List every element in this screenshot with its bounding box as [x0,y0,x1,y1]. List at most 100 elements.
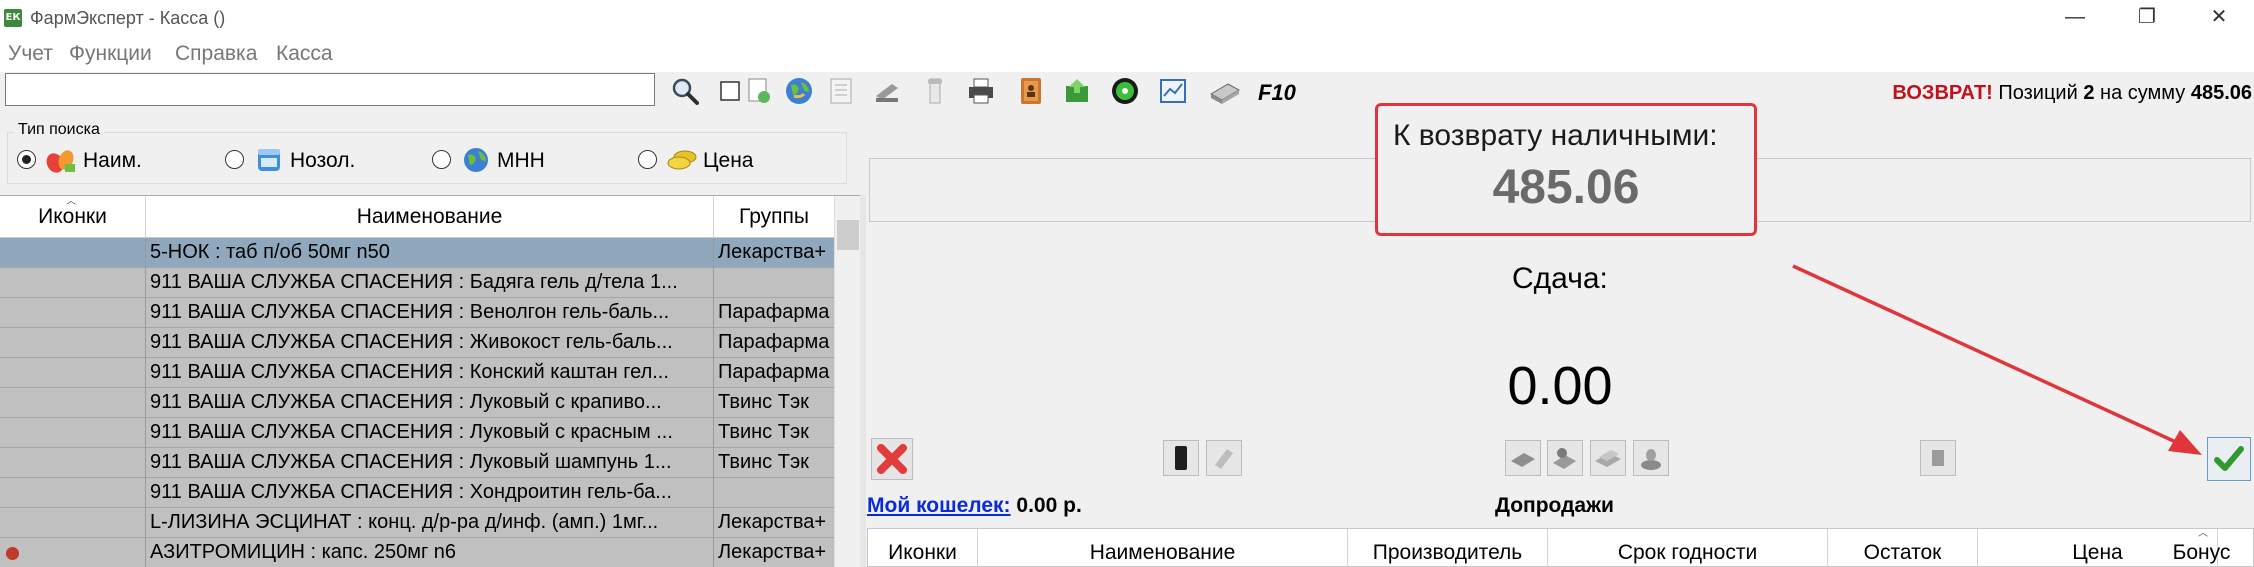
medicine-jar-icon [255,146,283,174]
banknotes-button[interactable] [1590,440,1626,476]
menu-functions[interactable]: Функции [69,42,152,66]
coin-stack-icon [1641,449,1661,470]
menu-help[interactable]: Справка [175,42,257,66]
upsell-col-expiry[interactable]: Срок годности [1548,529,1828,567]
minimize-button[interactable]: — [2040,0,2110,36]
receipt-button[interactable] [1206,440,1242,476]
coins-payment-button[interactable] [1547,440,1583,476]
banknotes-icon [1595,450,1621,467]
upsell-col-icons[interactable]: Иконки [868,529,978,567]
row-icons-cell [0,418,146,448]
pills-icon [45,146,75,174]
table-row[interactable]: 911 ВАША СЛУЖБА СПАСЕНИЯ : Луковый с кра… [0,388,834,418]
green-refresh-icon[interactable] [1062,76,1092,106]
chart-window-icon[interactable] [1158,76,1188,106]
upsell-col-stock[interactable]: Остаток [1828,529,1978,567]
radio-nosology[interactable] [225,150,244,169]
contact-book-icon[interactable] [1016,76,1046,106]
my-wallet-link[interactable]: Мой кошелек: [867,494,1011,517]
cancel-x-icon [877,444,907,474]
receipt-roll-icon[interactable] [920,76,950,106]
document-refresh-icon[interactable] [744,76,774,106]
row-name-cell: L-ЛИЗИНА ЭСЦИНАТ : конц. д/р-ра д/инф. (… [146,508,714,538]
col-header-name[interactable]: Наименование [146,196,714,238]
radio-inn-label: МНН [497,149,545,172]
radio-name-label: Наим. [83,149,142,172]
row-group-cell: Парафарма [718,301,830,323]
coin-stack-button[interactable] [1633,440,1669,476]
return-mode-label: ВОЗВРАТ! [1892,82,1993,104]
upsell-col-name[interactable]: Наименование [978,529,1348,567]
row-name-cell: 911 ВАША СЛУЖБА СПАСЕНИЯ : Живокост гель… [146,328,714,358]
change-label: Сдача: [1512,262,1608,295]
return-status: ВОЗВРАТ! Позиций 2 на сумму 485.06 [1892,82,2252,105]
row-name-cell: 911 ВАША СЛУЖБА СПАСЕНИЯ : Хондроитин ге… [146,478,714,508]
upsell-col-manufacturer[interactable]: Производитель [1348,529,1548,567]
refund-amount: 485.06 [1492,161,1640,214]
table-row[interactable]: 911 ВАША СЛУЖБА СПАСЕНИЯ : Конский кашта… [0,358,834,388]
clipboard-button[interactable] [1920,440,1956,476]
notes-icon[interactable] [826,76,856,106]
confirm-button[interactable] [2207,437,2251,481]
row-name-cell: 911 ВАША СЛУЖБА СПАСЕНИЯ : Венолгон гель… [146,298,714,328]
positions-count: 2 [2083,82,2095,104]
globe-icon[interactable] [784,76,814,106]
positions-label: Позиций [1998,82,2078,104]
search-icon[interactable] [670,76,700,106]
change-amount: 0.00 [1507,356,1613,416]
cash-card-icon [1511,453,1535,467]
upsell-title: Допродажи [1495,494,1614,517]
row-icons-cell [0,268,146,298]
table-row[interactable]: 911 ВАША СЛУЖБА СПАСЕНИЯ : Хондроитин ге… [0,478,834,508]
row-icons-cell [0,478,146,508]
row-icons-cell [0,298,146,328]
table-row[interactable]: 911 ВАША СЛУЖБА СПАСЕНИЯ : Венолгон гель… [0,298,834,328]
panel-splitter[interactable] [860,195,866,567]
table-row[interactable]: 911 ВАША СЛУЖБА СПАСЕНИЯ : Луковый шампу… [0,448,834,478]
col-header-groups[interactable]: Группы [714,196,834,238]
phone-payment-button[interactable] [1163,440,1199,476]
coins-icon [667,146,697,174]
restore-button[interactable]: ❐ [2112,0,2182,36]
products-scrollbar[interactable] [834,196,860,567]
printer-icon[interactable] [966,76,996,106]
row-icons-cell [0,508,146,538]
row-icons-cell [0,538,146,567]
table-row[interactable]: 911 ВАША СЛУЖБА СПАСЕНИЯ : Бадяга гель д… [0,268,834,298]
scanner-icon[interactable] [872,76,902,106]
search-input[interactable] [5,73,655,106]
cancel-button[interactable] [871,438,913,480]
row-group-cell: Лекарства+ [718,541,827,563]
close-button[interactable]: ✕ [2184,0,2254,36]
upsell-grid: Иконки Наименование Производитель Срок г… [867,528,2254,567]
products-grid-rows: 5-НОК : таб п/об 50мг n50 Лекарства+ 911 В… [0,238,834,567]
globe-icon [462,146,490,174]
sum-label: на сумму [2100,82,2186,104]
table-row[interactable]: 911 ВАША СЛУЖБА СПАСЕНИЯ : Живокост гель… [0,328,834,358]
products-scrollbar-thumb[interactable] [837,220,859,250]
row-icons-cell [0,358,146,388]
cash-register-icon[interactable] [1208,76,1241,106]
table-row[interactable]: АЗИТРОМИЦИН : капс. 250мг n6 Лекарства+ [0,538,834,567]
menu-uchet[interactable]: Учет [8,42,53,66]
row-name-cell: 911 ВАША СЛУЖБА СПАСЕНИЯ : Луковый шампу… [146,448,714,478]
radio-price-label: Цена [703,149,754,172]
row-icons-cell [0,448,146,478]
table-row[interactable]: L-ЛИЗИНА ЭСЦИНАТ : конц. д/р-ра д/инф. (… [0,508,834,538]
menu-cashdesk[interactable]: Касса [276,42,333,66]
card-payment-button[interactable] [1505,440,1541,476]
search-type-legend: Тип поиска [14,121,104,139]
radio-name[interactable] [17,150,36,169]
cd-icon[interactable] [1110,76,1140,106]
radio-inn[interactable] [432,150,451,169]
clipboard-icon [1932,450,1944,466]
radio-price[interactable] [638,150,657,169]
products-grid-header: Иконки Наименование Группы [0,196,834,238]
sum-value: 485.06 [2190,82,2252,104]
table-row[interactable]: 5-НОК : таб п/об 50мг n50 Лекарства+ [0,238,834,268]
table-row[interactable]: 911 ВАША СЛУЖБА СПАСЕНИЯ : Луковый с кра… [0,418,834,448]
refund-label: К возврату наличными: [1393,119,1718,152]
row-group-cell: Парафарма [718,331,830,353]
row-name-cell: 911 ВАША СЛУЖБА СПАСЕНИЯ : Бадяга гель д… [146,268,714,298]
checkbox-icon[interactable] [720,81,740,101]
